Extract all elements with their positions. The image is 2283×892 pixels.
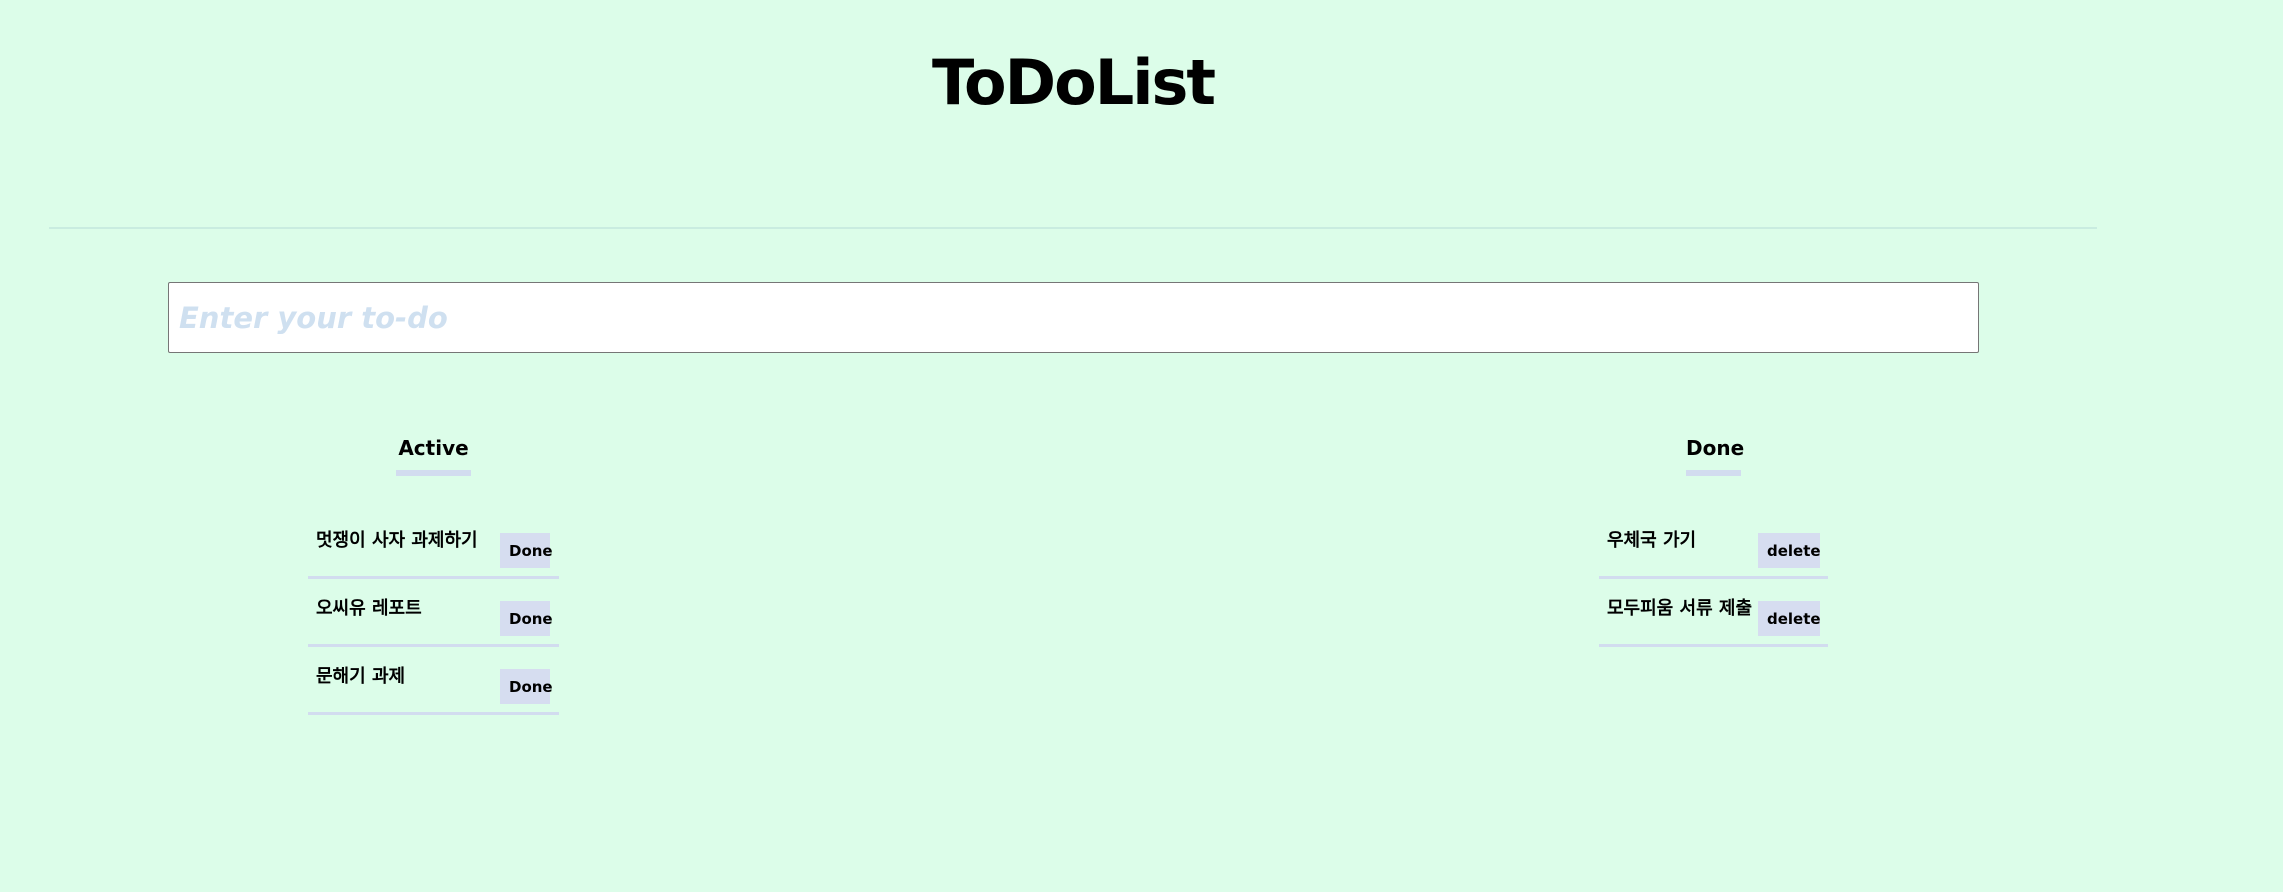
list-item: 모두피움 서류 제출 delete	[1599, 579, 1828, 647]
list-item: 우체국 가기 delete	[1599, 511, 1828, 579]
list-item: 오씨유 레포트 Done	[308, 579, 559, 647]
done-heading: Done	[1686, 434, 1744, 476]
delete-button[interactable]: delete	[1758, 601, 1821, 636]
todo-text: 우체국 가기	[1607, 530, 1697, 551]
done-button[interactable]: Done	[500, 533, 553, 568]
todo-text: 오씨유 레포트	[316, 598, 422, 619]
done-button[interactable]: Done	[500, 669, 553, 704]
active-list: 멋쟁이 사자 과제하기 Done 오씨유 레포트 Done 문해기 과제 Don…	[308, 511, 559, 715]
done-button[interactable]: Done	[500, 601, 553, 636]
todo-text: 문해기 과제	[316, 666, 406, 687]
active-heading: Active	[396, 434, 471, 476]
list-item: 멋쟁이 사자 과제하기 Done	[308, 511, 559, 579]
todo-text: 모두피움 서류 제출	[1607, 598, 1753, 619]
header-divider	[49, 227, 2097, 229]
todo-app: ToDoList Active 멋쟁이 사자 과제하기 Done 오씨유 레포트…	[0, 0, 2283, 892]
list-item: 문해기 과제 Done	[308, 647, 559, 715]
todo-text: 멋쟁이 사자 과제하기	[316, 530, 478, 551]
delete-button[interactable]: delete	[1758, 533, 1821, 568]
todo-input[interactable]	[168, 282, 1979, 353]
page-title: ToDoList	[931, 46, 1216, 119]
done-list: 우체국 가기 delete 모두피움 서류 제출 delete	[1599, 511, 1828, 647]
